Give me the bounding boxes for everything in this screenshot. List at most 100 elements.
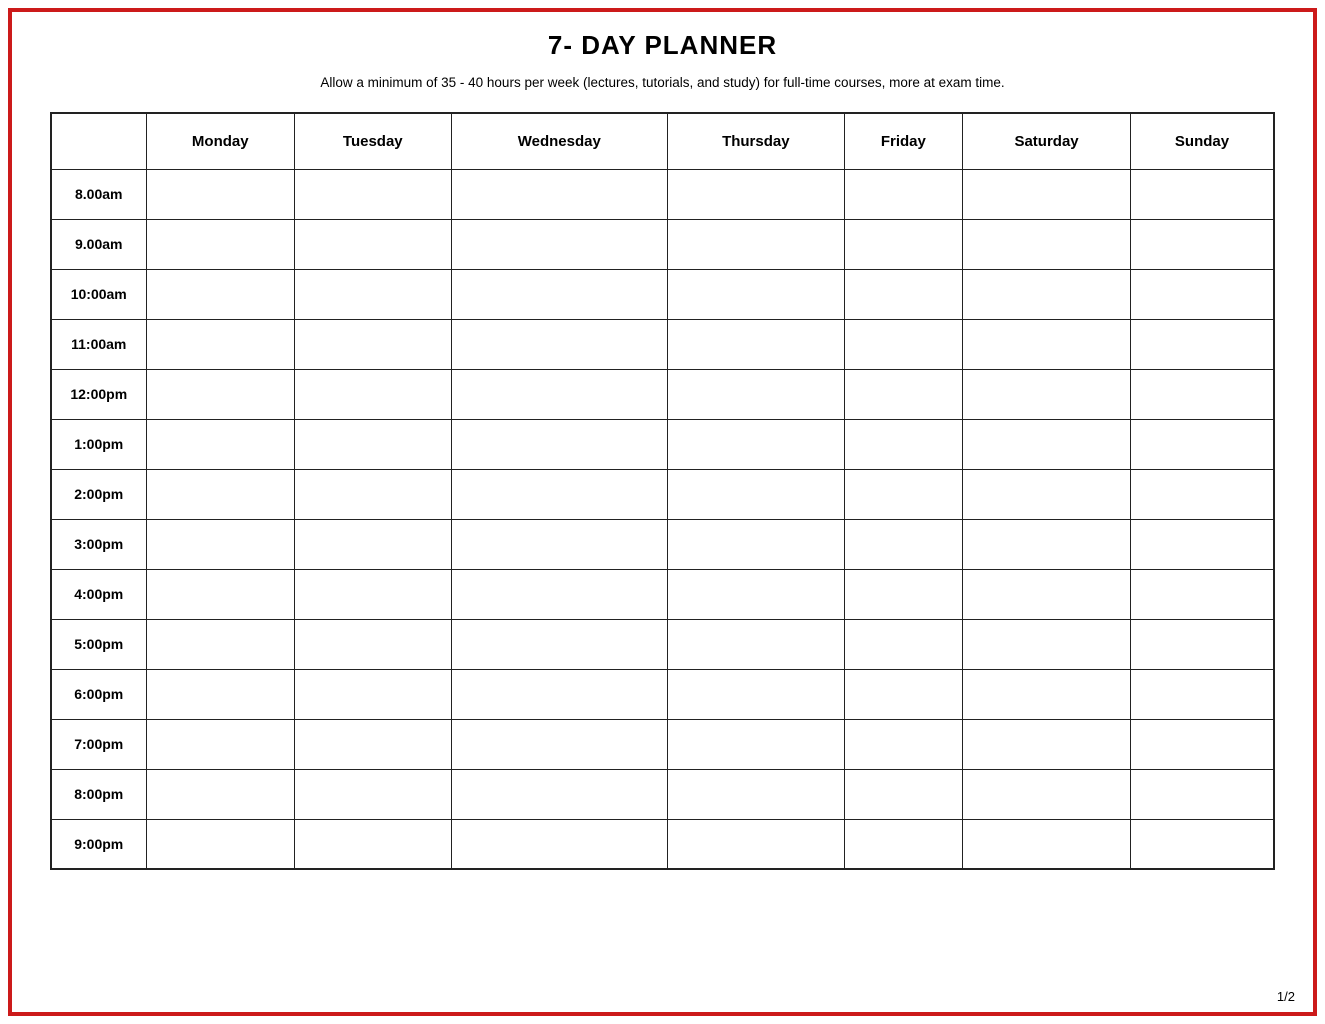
- schedule-cell[interactable]: [451, 769, 668, 819]
- schedule-cell[interactable]: [844, 369, 963, 419]
- schedule-cell[interactable]: [1131, 819, 1274, 869]
- schedule-cell[interactable]: [1131, 619, 1274, 669]
- schedule-cell[interactable]: [451, 669, 668, 719]
- schedule-cell[interactable]: [668, 469, 844, 519]
- schedule-cell[interactable]: [963, 469, 1131, 519]
- schedule-cell[interactable]: [295, 569, 451, 619]
- schedule-cell[interactable]: [146, 469, 295, 519]
- schedule-cell[interactable]: [295, 669, 451, 719]
- schedule-cell[interactable]: [963, 619, 1131, 669]
- schedule-cell[interactable]: [146, 419, 295, 469]
- schedule-cell[interactable]: [146, 219, 295, 269]
- schedule-cell[interactable]: [146, 319, 295, 369]
- schedule-cell[interactable]: [844, 419, 963, 469]
- schedule-cell[interactable]: [295, 519, 451, 569]
- schedule-cell[interactable]: [146, 519, 295, 569]
- schedule-cell[interactable]: [146, 769, 295, 819]
- schedule-cell[interactable]: [295, 369, 451, 419]
- schedule-cell[interactable]: [1131, 519, 1274, 569]
- schedule-cell[interactable]: [146, 819, 295, 869]
- schedule-cell[interactable]: [668, 419, 844, 469]
- schedule-cell[interactable]: [451, 569, 668, 619]
- schedule-cell[interactable]: [844, 619, 963, 669]
- schedule-cell[interactable]: [451, 219, 668, 269]
- schedule-cell[interactable]: [1131, 219, 1274, 269]
- schedule-cell[interactable]: [668, 369, 844, 419]
- schedule-cell[interactable]: [1131, 419, 1274, 469]
- schedule-cell[interactable]: [1131, 769, 1274, 819]
- schedule-cell[interactable]: [963, 219, 1131, 269]
- schedule-cell[interactable]: [668, 719, 844, 769]
- schedule-cell[interactable]: [668, 569, 844, 619]
- schedule-cell[interactable]: [295, 319, 451, 369]
- schedule-cell[interactable]: [1131, 719, 1274, 769]
- schedule-cell[interactable]: [963, 369, 1131, 419]
- schedule-cell[interactable]: [963, 269, 1131, 319]
- schedule-cell[interactable]: [451, 819, 668, 869]
- schedule-cell[interactable]: [146, 169, 295, 219]
- schedule-cell[interactable]: [668, 669, 844, 719]
- schedule-cell[interactable]: [295, 469, 451, 519]
- schedule-cell[interactable]: [844, 769, 963, 819]
- schedule-cell[interactable]: [963, 769, 1131, 819]
- schedule-cell[interactable]: [844, 569, 963, 619]
- schedule-cell[interactable]: [451, 719, 668, 769]
- schedule-cell[interactable]: [295, 769, 451, 819]
- schedule-cell[interactable]: [668, 619, 844, 669]
- schedule-cell[interactable]: [963, 419, 1131, 469]
- schedule-cell[interactable]: [844, 519, 963, 569]
- schedule-cell[interactable]: [295, 419, 451, 469]
- schedule-cell[interactable]: [1131, 569, 1274, 619]
- schedule-cell[interactable]: [668, 269, 844, 319]
- schedule-cell[interactable]: [1131, 669, 1274, 719]
- schedule-cell[interactable]: [451, 369, 668, 419]
- schedule-cell[interactable]: [451, 169, 668, 219]
- schedule-cell[interactable]: [844, 669, 963, 719]
- schedule-cell[interactable]: [1131, 319, 1274, 369]
- schedule-cell[interactable]: [295, 169, 451, 219]
- schedule-cell[interactable]: [844, 469, 963, 519]
- schedule-cell[interactable]: [844, 819, 963, 869]
- schedule-cell[interactable]: [146, 269, 295, 319]
- schedule-cell[interactable]: [146, 619, 295, 669]
- schedule-cell[interactable]: [668, 519, 844, 569]
- time-cell: 8.00am: [51, 169, 146, 219]
- schedule-cell[interactable]: [295, 619, 451, 669]
- schedule-cell[interactable]: [963, 169, 1131, 219]
- schedule-cell[interactable]: [844, 219, 963, 269]
- schedule-cell[interactable]: [963, 819, 1131, 869]
- schedule-cell[interactable]: [146, 719, 295, 769]
- schedule-cell[interactable]: [295, 219, 451, 269]
- schedule-cell[interactable]: [963, 719, 1131, 769]
- schedule-cell[interactable]: [844, 719, 963, 769]
- schedule-cell[interactable]: [1131, 469, 1274, 519]
- header-tuesday: Tuesday: [295, 113, 451, 169]
- schedule-cell[interactable]: [668, 219, 844, 269]
- schedule-cell[interactable]: [668, 169, 844, 219]
- schedule-cell[interactable]: [451, 319, 668, 369]
- schedule-cell[interactable]: [844, 319, 963, 369]
- schedule-cell[interactable]: [1131, 169, 1274, 219]
- schedule-cell[interactable]: [146, 569, 295, 619]
- schedule-cell[interactable]: [844, 269, 963, 319]
- schedule-cell[interactable]: [451, 519, 668, 569]
- schedule-cell[interactable]: [668, 819, 844, 869]
- schedule-cell[interactable]: [1131, 369, 1274, 419]
- schedule-cell[interactable]: [963, 669, 1131, 719]
- schedule-cell[interactable]: [963, 569, 1131, 619]
- schedule-cell[interactable]: [451, 469, 668, 519]
- schedule-cell[interactable]: [451, 269, 668, 319]
- schedule-cell[interactable]: [963, 319, 1131, 369]
- schedule-cell[interactable]: [963, 519, 1131, 569]
- schedule-cell[interactable]: [295, 269, 451, 319]
- schedule-cell[interactable]: [295, 819, 451, 869]
- schedule-cell[interactable]: [146, 369, 295, 419]
- schedule-cell[interactable]: [451, 419, 668, 469]
- schedule-cell[interactable]: [451, 619, 668, 669]
- schedule-cell[interactable]: [295, 719, 451, 769]
- schedule-cell[interactable]: [668, 319, 844, 369]
- schedule-cell[interactable]: [146, 669, 295, 719]
- schedule-cell[interactable]: [668, 769, 844, 819]
- schedule-cell[interactable]: [1131, 269, 1274, 319]
- schedule-cell[interactable]: [844, 169, 963, 219]
